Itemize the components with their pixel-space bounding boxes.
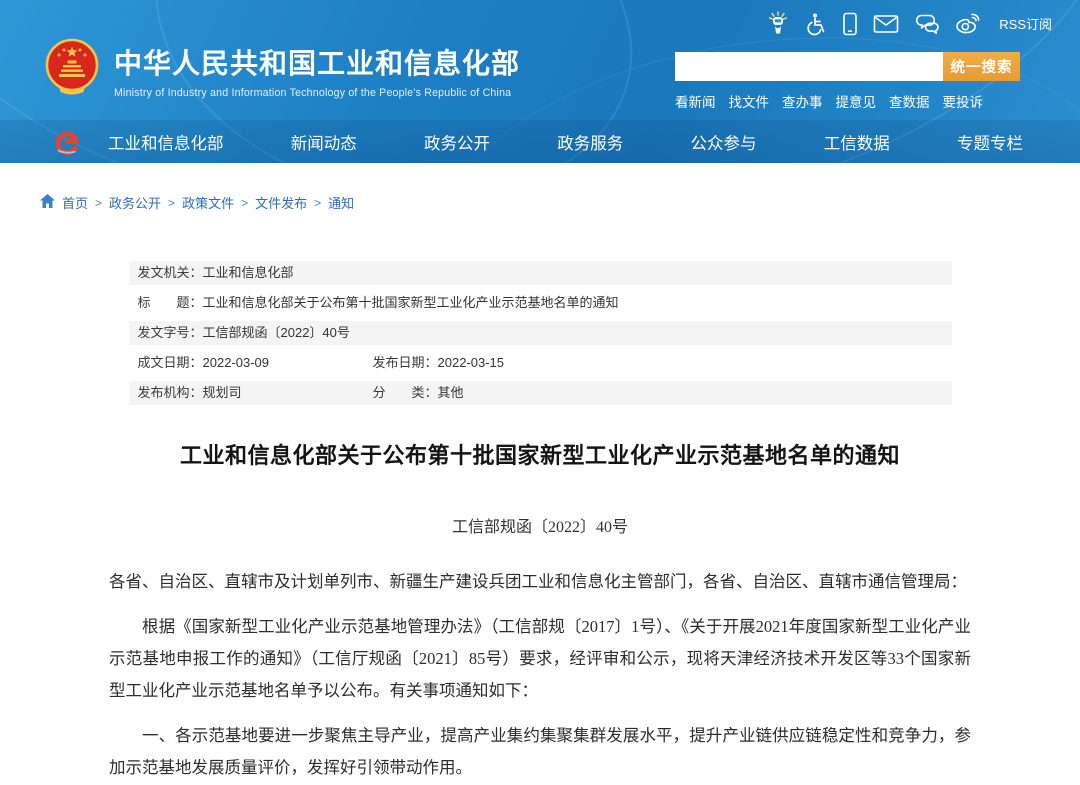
- wechat-icon[interactable]: [914, 13, 940, 35]
- mail-icon[interactable]: [873, 14, 899, 34]
- unified-search-button[interactable]: 统一搜索: [943, 52, 1020, 81]
- site-subtitle: Ministry of Industry and Information Tec…: [114, 87, 520, 99]
- document-title: 工业和信息化部关于公布第十批国家新型工业化产业示范基地名单的通知: [0, 438, 1080, 470]
- nav-items: 工业和信息化部 新闻动态 政务公开 政务服务 公众参与 工信数据 专题专栏: [108, 130, 1035, 154]
- quick-link-files[interactable]: 找文件: [729, 91, 770, 111]
- nav-item-public-participation[interactable]: 公众参与: [691, 130, 757, 154]
- page-content: 首页 > 政务公开 > 政策文件 > 文件发布 > 通知 发文机关： 工业和信息…: [0, 193, 1080, 784]
- nav-e-logo-icon[interactable]: [52, 127, 82, 157]
- nav-item-ministry[interactable]: 工业和信息化部: [108, 130, 224, 154]
- meta-row-issuing-authority: 发文机关： 工业和信息化部: [129, 261, 952, 285]
- site-header: RSS订阅 中华人民共和国工业和信息化部 Ministr: [0, 0, 1080, 163]
- meta-row-title: 标 题： 工业和信息化部关于公布第十批国家新型工业化产业示范基地名单的通知: [129, 291, 952, 315]
- nav-item-gov-disclosure[interactable]: 政务公开: [424, 130, 490, 154]
- meta-row-dates: 成文日期： 2022-03-09 发布日期： 2022-03-15: [129, 351, 952, 375]
- topbar: RSS订阅: [766, 11, 1052, 36]
- quick-link-news[interactable]: 看新闻: [675, 91, 716, 111]
- meta-label: 发布机构：: [138, 381, 203, 405]
- meta-label: 标 题：: [138, 291, 203, 315]
- breadcrumb-file-release[interactable]: 文件发布: [255, 193, 307, 212]
- accessibility-icon[interactable]: [805, 12, 827, 36]
- meta-value: 其他: [438, 381, 464, 405]
- breadcrumb-gov-disclosure[interactable]: 政务公开: [109, 193, 161, 212]
- mobile-icon[interactable]: [842, 12, 858, 36]
- paragraph-basis: 根据《国家新型工业化产业示范基地管理办法》（工信部规〔2017〕1号）、《关于开…: [109, 611, 971, 707]
- paragraph-item-one: 一、各示范基地要进一步聚焦主导产业，提高产业集约集聚集群发展水平，提升产业链供应…: [109, 720, 971, 784]
- paragraph-addressees: 各省、自治区、直辖市及计划单列市、新疆生产建设兵团工业和信息化主管部门，各省、自…: [109, 566, 971, 598]
- breadcrumb-separator: >: [241, 196, 248, 210]
- breadcrumb-home[interactable]: 首页: [62, 193, 88, 212]
- meta-row-doc-number: 发文字号： 工信部规函〔2022〕40号: [129, 321, 952, 345]
- breadcrumb-current-notice: 通知: [328, 193, 354, 212]
- meta-label: 发文字号：: [138, 321, 203, 345]
- nav-item-miit-data[interactable]: 工信数据: [824, 130, 890, 154]
- meta-label: 发文机关：: [138, 261, 203, 285]
- weibo-icon[interactable]: [955, 12, 981, 35]
- meta-row-publisher-category: 发布机构： 规划司 分 类： 其他: [129, 381, 952, 405]
- meta-value: 2022-03-15: [438, 351, 505, 375]
- document-number: 工信部规函〔2022〕40号: [0, 513, 1080, 537]
- meta-value: 规划司: [203, 381, 242, 405]
- breadcrumb: 首页 > 政务公开 > 政策文件 > 文件发布 > 通知: [40, 193, 1080, 212]
- quick-link-complaint[interactable]: 要投诉: [943, 91, 984, 111]
- quick-link-feedback[interactable]: 提意见: [836, 91, 877, 111]
- breadcrumb-separator: >: [314, 196, 321, 210]
- mascot-robot-icon[interactable]: [766, 11, 790, 36]
- nav-item-gov-services[interactable]: 政务服务: [557, 130, 623, 154]
- main-nav: 工业和信息化部 新闻动态 政务公开 政务服务 公众参与 工信数据 专题专栏: [0, 120, 1080, 163]
- meta-value: 工业和信息化部: [203, 261, 294, 285]
- quick-links: 看新闻 找文件 查办事 提意见 查数据 要投诉: [675, 91, 1020, 111]
- document-meta-table: 发文机关： 工业和信息化部 标 题： 工业和信息化部关于公布第十批国家新型工业化…: [129, 261, 952, 405]
- search-input[interactable]: [675, 52, 943, 81]
- nav-item-news[interactable]: 新闻动态: [291, 130, 357, 154]
- breadcrumb-separator: >: [95, 196, 102, 210]
- breadcrumb-policy-files[interactable]: 政策文件: [182, 193, 234, 212]
- meta-value: 工信部规函〔2022〕40号: [203, 321, 350, 345]
- site-title: 中华人民共和国工业和信息化部: [114, 42, 520, 82]
- breadcrumb-separator: >: [168, 196, 175, 210]
- meta-value: 2022-03-09: [203, 351, 270, 375]
- nav-item-special-topics[interactable]: 专题专栏: [957, 130, 1023, 154]
- national-emblem-icon: [44, 38, 100, 103]
- quick-link-data[interactable]: 查数据: [889, 91, 930, 111]
- meta-label: 分 类：: [373, 381, 438, 405]
- site-logo-link[interactable]: 中华人民共和国工业和信息化部 Ministry of Industry and …: [44, 38, 520, 103]
- home-icon[interactable]: [40, 194, 55, 211]
- document-body: 各省、自治区、直辖市及计划单列市、新疆生产建设兵团工业和信息化主管部门，各省、自…: [109, 566, 971, 784]
- search-area: 统一搜索 看新闻 找文件 查办事 提意见 查数据 要投诉: [675, 52, 1020, 111]
- meta-label: 发布日期：: [373, 351, 438, 375]
- meta-value: 工业和信息化部关于公布第十批国家新型工业化产业示范基地名单的通知: [203, 291, 619, 315]
- meta-label: 成文日期：: [138, 351, 203, 375]
- rss-subscribe-link[interactable]: RSS订阅: [999, 14, 1052, 33]
- quick-link-services[interactable]: 查办事: [782, 91, 823, 111]
